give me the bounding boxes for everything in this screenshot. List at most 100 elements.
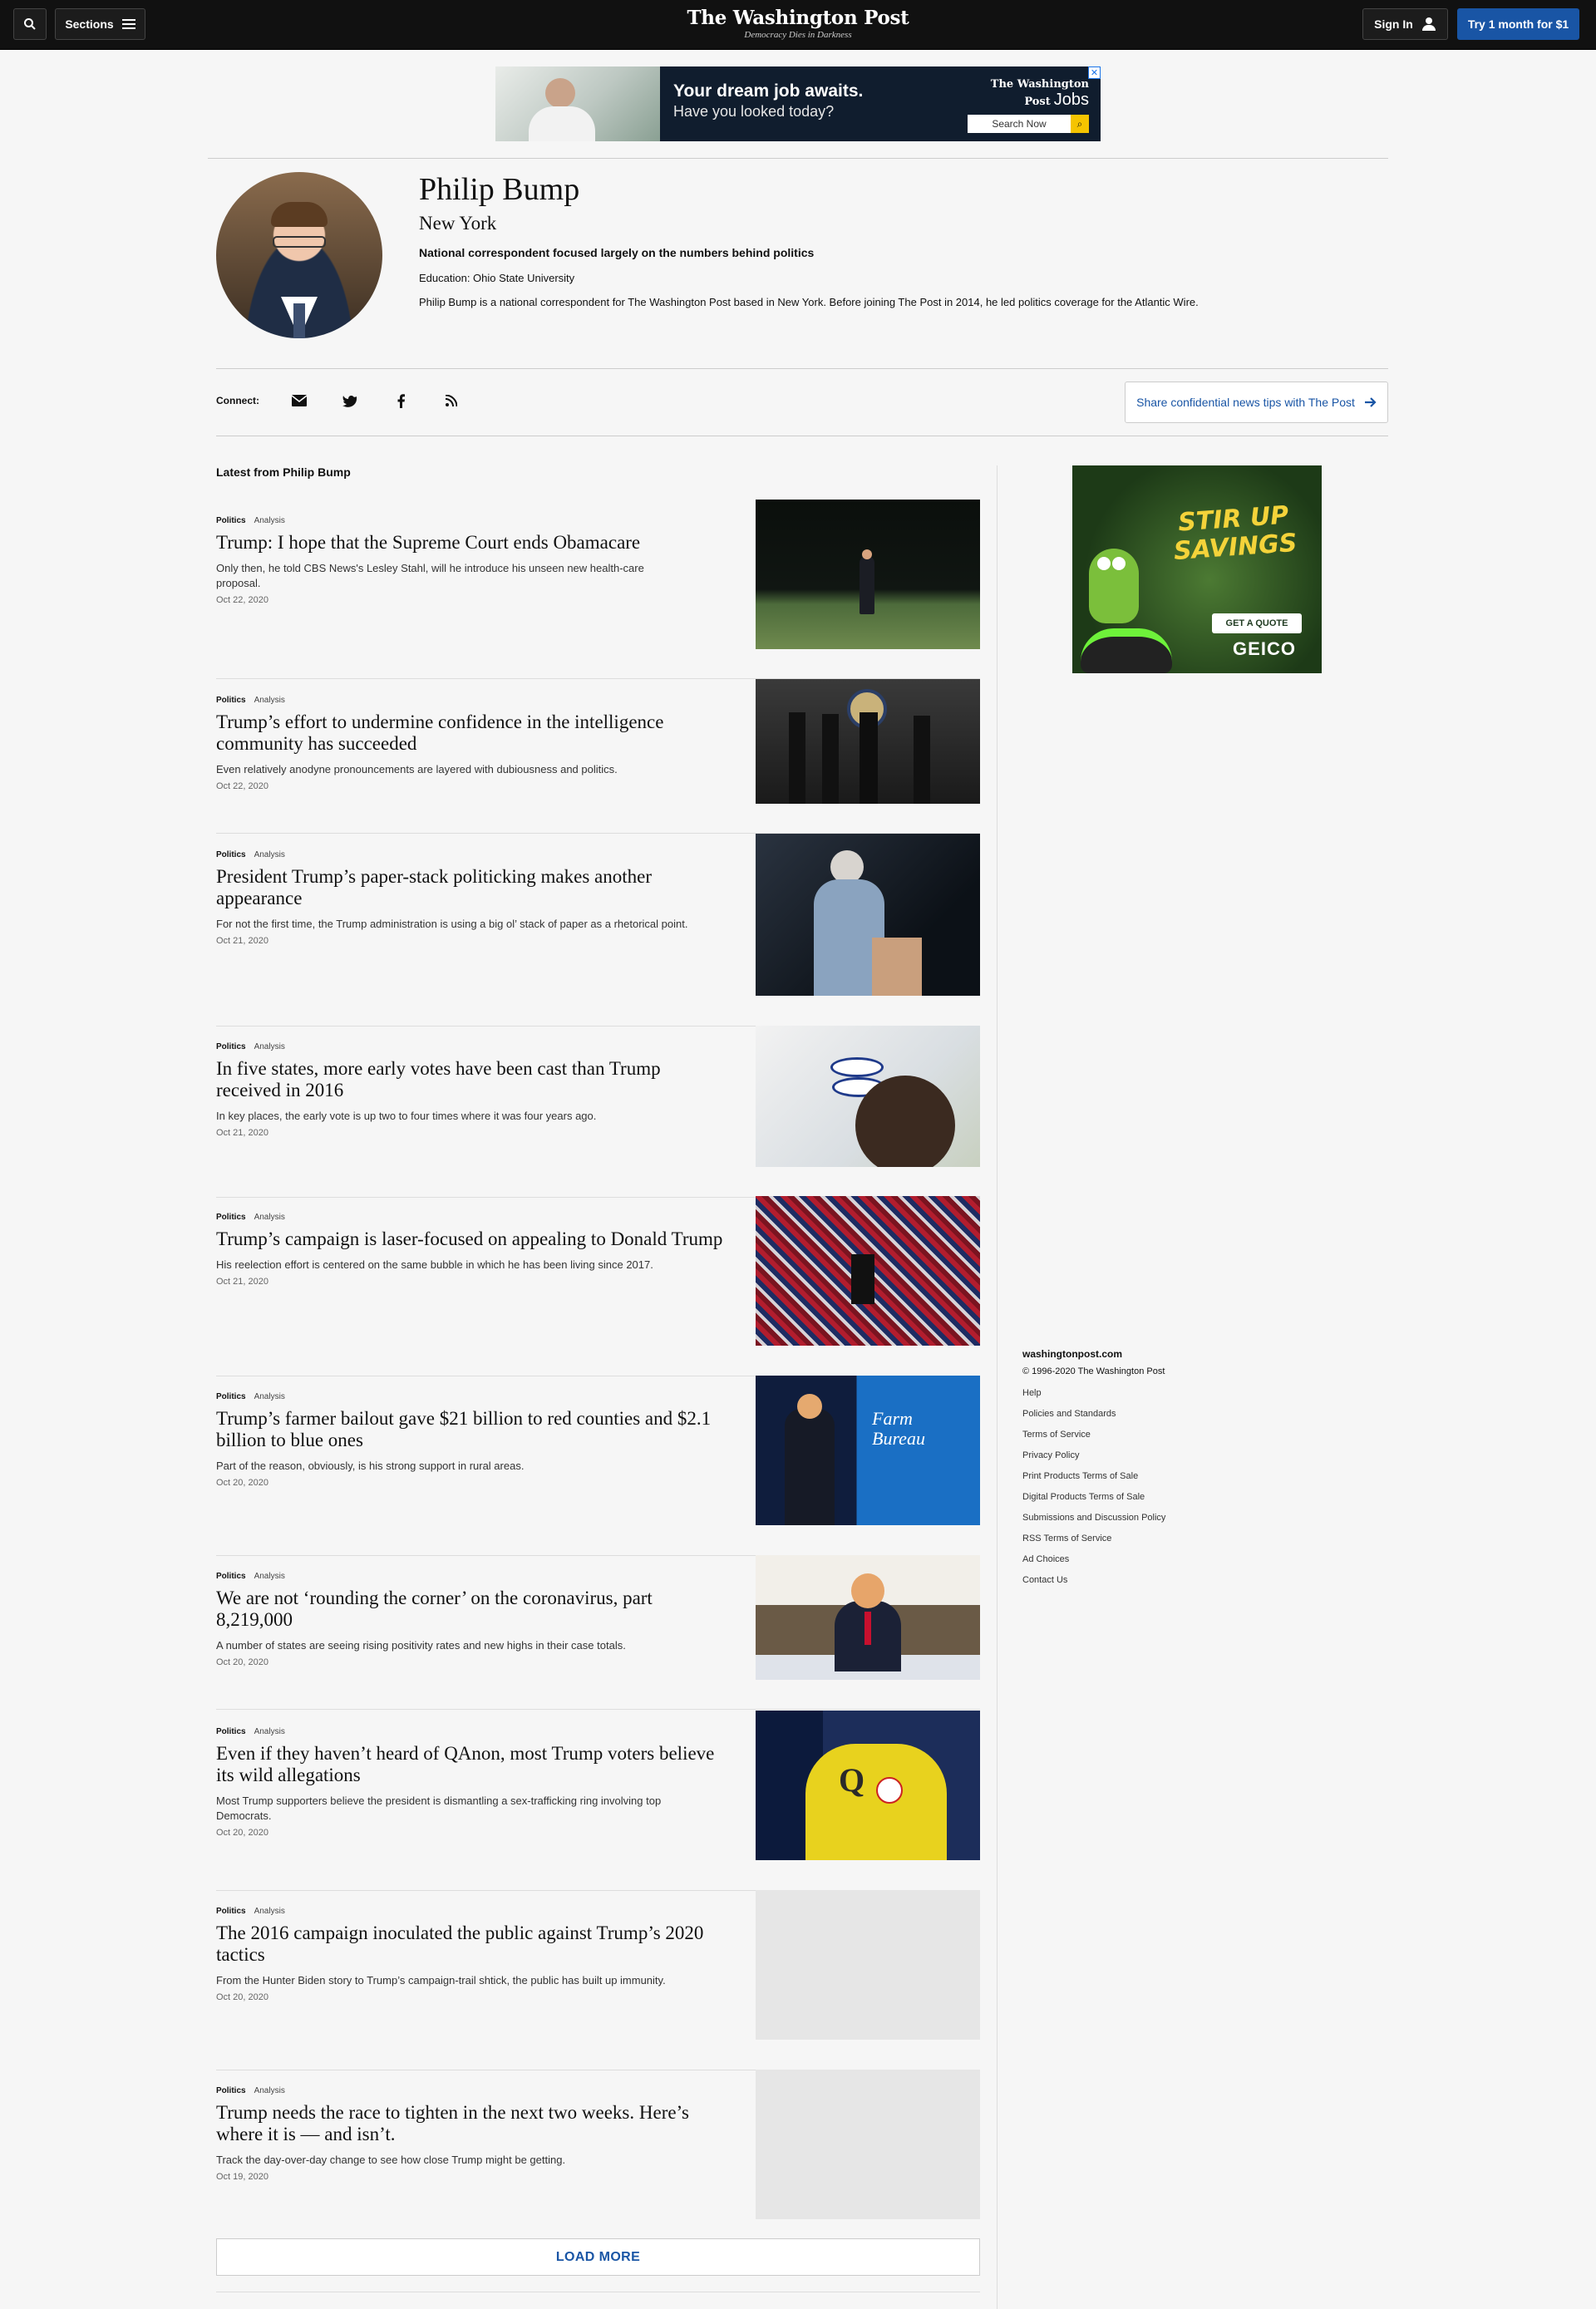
- story-section[interactable]: Politics: [216, 1392, 246, 1401]
- story-section[interactable]: Politics: [216, 2086, 246, 2095]
- thumb-head: [830, 850, 864, 884]
- story-label: Analysis: [254, 1727, 285, 1736]
- thumb-button: [876, 1777, 903, 1804]
- footer-link[interactable]: Help: [1022, 1383, 1165, 1404]
- ad-search-icon[interactable]: ⌕: [1071, 115, 1089, 133]
- story-headline[interactable]: Trump’s effort to undermine confidence i…: [216, 711, 723, 755]
- story-thumbnail-placeholder[interactable]: [756, 2070, 980, 2219]
- story-label: Analysis: [254, 1572, 285, 1581]
- story-headline[interactable]: President Trump’s paper-stack politickin…: [216, 866, 723, 909]
- story-card[interactable]: Politics Analysis Trump’s campaign is las…: [216, 1196, 980, 1376]
- footer-link[interactable]: Ad Choices: [1022, 1549, 1165, 1570]
- site-tagline: Democracy Dies in Darkness: [744, 30, 852, 40]
- subscribe-button[interactable]: Try 1 month for $1: [1457, 8, 1579, 40]
- sections-button[interactable]: Sections: [55, 8, 145, 40]
- divider: [216, 368, 1388, 369]
- load-more-button[interactable]: LOAD MORE: [216, 2238, 980, 2276]
- story-headline[interactable]: We are not ‘rounding the corner’ on the …: [216, 1588, 723, 1631]
- ad-headline: STIR UP SAVINGS: [1172, 500, 1298, 567]
- site-logo[interactable]: The Washington Post: [632, 7, 964, 29]
- story-section[interactable]: Politics: [216, 1213, 246, 1222]
- twitter-icon[interactable]: [340, 391, 360, 411]
- footer-link[interactable]: Policies and Standards: [1022, 1404, 1165, 1425]
- story-headline[interactable]: Trump’s farmer bailout gave $21 billion …: [216, 1408, 723, 1451]
- story-blurb: Track the day-over-day change to see how…: [216, 2154, 566, 2166]
- story-thumbnail[interactable]: [756, 1555, 980, 1680]
- story-section[interactable]: Politics: [216, 696, 246, 705]
- sections-label: Sections: [65, 17, 114, 31]
- story-section[interactable]: Politics: [216, 850, 246, 859]
- geico-side-ad[interactable]: STIR UP SAVINGS GET A QUOTE GEICO: [1072, 465, 1322, 673]
- story-thumbnail[interactable]: [756, 500, 980, 649]
- footer-link[interactable]: Contact Us: [1022, 1570, 1165, 1591]
- footer-link[interactable]: Terms of Service: [1022, 1425, 1165, 1445]
- share-news-tips-button[interactable]: Share confidential news tips with The Po…: [1125, 382, 1388, 423]
- ad-search[interactable]: Search Now ⌕: [934, 115, 1089, 133]
- story-headline[interactable]: Trump’s campaign is laser-focused on app…: [216, 1228, 723, 1250]
- footer-link[interactable]: Privacy Policy: [1022, 1445, 1165, 1466]
- search-button[interactable]: [13, 8, 47, 40]
- story-section[interactable]: Politics: [216, 1727, 246, 1736]
- sign-in-button[interactable]: Sign In: [1362, 8, 1448, 40]
- story-card[interactable]: Politics Analysis Trump needs the race to…: [216, 2070, 980, 2219]
- ad-search-button[interactable]: Search Now: [968, 115, 1071, 133]
- author-education: Education: Ohio State University: [419, 272, 575, 284]
- ad-subhead: Have you looked today?: [673, 103, 835, 120]
- story-thumbnail[interactable]: [756, 1026, 980, 1167]
- ad-copy: Your dream job awaits. Have you looked t…: [660, 66, 934, 141]
- story-card[interactable]: Politics Analysis In five states, more ea…: [216, 1026, 980, 1198]
- story-separator: [216, 1709, 980, 1710]
- author-city: New York: [419, 213, 497, 234]
- story-section[interactable]: Politics: [216, 1907, 246, 1916]
- story-thumbnail[interactable]: Farm Bureau: [756, 1376, 980, 1525]
- email-icon[interactable]: [289, 391, 309, 411]
- story-headline[interactable]: In five states, more early votes have be…: [216, 1058, 723, 1101]
- avatar-hair: [271, 202, 328, 227]
- story-headline[interactable]: The 2016 campaign inoculated the public …: [216, 1923, 723, 1966]
- story-thumbnail[interactable]: [756, 679, 980, 804]
- top-nav-bar: Sections The Washington Post Democracy D…: [0, 0, 1596, 50]
- rss-icon[interactable]: [441, 391, 461, 411]
- footer-link[interactable]: RSS Terms of Service: [1022, 1529, 1165, 1549]
- ad-brand-area: The Washington Post Jobs Search Now ⌕: [934, 66, 1101, 141]
- story-section[interactable]: Politics: [216, 516, 246, 525]
- story-label: Analysis: [254, 1042, 285, 1051]
- jobs-banner-ad[interactable]: Your dream job awaits. Have you looked t…: [495, 66, 1101, 141]
- story-card[interactable]: Politics Analysis Trump’s farmer bailout …: [216, 1376, 980, 1556]
- footer-link[interactable]: Print Products Terms of Sale: [1022, 1466, 1165, 1487]
- story-label: Analysis: [254, 1392, 285, 1401]
- thumb-person: [914, 716, 930, 804]
- hamburger-icon: [121, 19, 135, 29]
- story-card[interactable]: Politics Analysis Trump’s effort to under…: [216, 679, 980, 834]
- footer-link[interactable]: Submissions and Discussion Policy: [1022, 1508, 1165, 1529]
- story-blurb: For not the first time, the Trump admini…: [216, 918, 688, 930]
- thumb-figure: [851, 1254, 874, 1304]
- ad-choices-icon[interactable]: ✕: [1088, 66, 1101, 79]
- story-thumbnail-placeholder[interactable]: [756, 1890, 980, 2040]
- avatar-tie: [293, 303, 305, 338]
- thumb-head: [797, 1394, 822, 1419]
- story-card[interactable]: Politics Analysis The 2016 campaign inocu…: [216, 1890, 980, 2070]
- facebook-icon[interactable]: [391, 391, 411, 411]
- story-card[interactable]: Politics Analysis President Trump’s paper…: [216, 834, 980, 1026]
- thumb-figure: [785, 1409, 835, 1525]
- story-thumbnail[interactable]: Q: [756, 1711, 980, 1860]
- story-blurb: Part of the reason, obviously, is his st…: [216, 1460, 525, 1472]
- story-card[interactable]: Politics Analysis We are not ‘rounding th…: [216, 1555, 980, 1710]
- story-section[interactable]: Politics: [216, 1042, 246, 1051]
- story-headline[interactable]: Trump needs the race to tighten in the n…: [216, 2102, 723, 2145]
- story-label: Analysis: [254, 1907, 285, 1916]
- thumb-head: [862, 549, 872, 559]
- story-thumbnail[interactable]: [756, 834, 980, 996]
- column-divider: [997, 465, 998, 2309]
- masthead[interactable]: The Washington Post Democracy Dies in Da…: [632, 7, 964, 40]
- story-headline[interactable]: Even if they haven’t heard of QAnon, mos…: [216, 1743, 723, 1786]
- story-headline[interactable]: Trump: I hope that the Supreme Court end…: [216, 532, 723, 554]
- story-thumbnail[interactable]: [756, 1196, 980, 1346]
- story-card[interactable]: Politics Analysis Trump: I hope that the …: [216, 500, 980, 679]
- get-a-quote-button[interactable]: GET A QUOTE: [1212, 613, 1302, 633]
- footer-link[interactable]: Digital Products Terms of Sale: [1022, 1487, 1165, 1508]
- story-section[interactable]: Politics: [216, 1572, 246, 1581]
- story-card[interactable]: Politics Analysis Even if they haven’t he…: [216, 1711, 980, 1891]
- ad-brand: The Washington Post Jobs: [934, 78, 1089, 110]
